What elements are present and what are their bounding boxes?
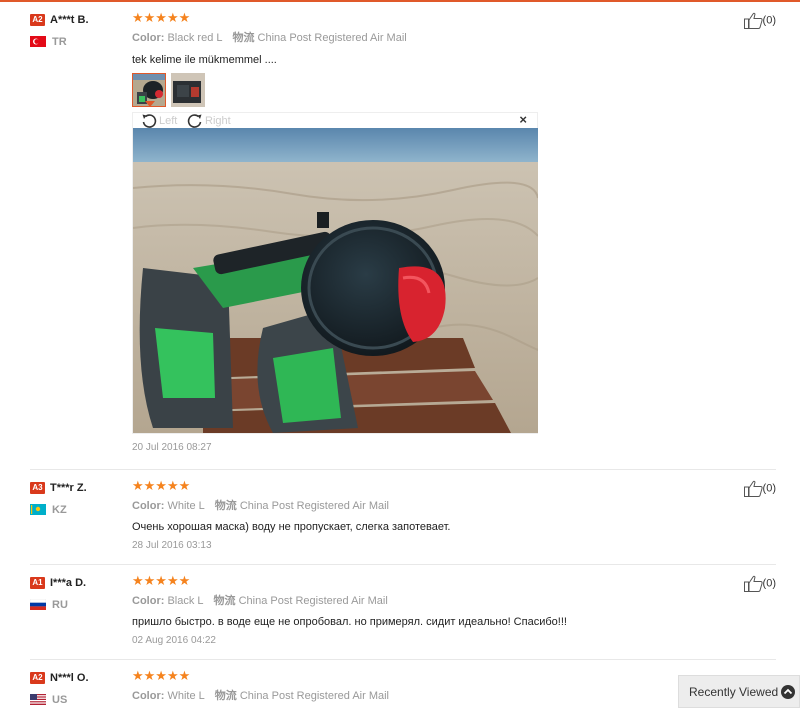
- review-text: tek kelime ile mükmemmel ....: [132, 54, 277, 66]
- review-photo-thumbnails: [132, 73, 776, 109]
- close-viewer-button[interactable]: ×: [519, 112, 527, 127]
- buyer-country: KZ: [52, 503, 67, 516]
- buyer-level-badge: A2: [30, 671, 45, 684]
- rotate-right-label: Right: [205, 114, 231, 127]
- feedback-list: A2 A***t B. TR ★★★★★ Color: Black red L 物流…: [0, 2, 800, 708]
- buyer-country: US: [52, 693, 68, 706]
- thumbnail-caret: [145, 101, 155, 107]
- buyer-info: A2 A***t B. TR: [30, 12, 130, 48]
- star-rating: ★★★★★: [132, 478, 191, 493]
- order-attributes: Color: White L 物流 China Post Registered A…: [132, 497, 776, 513]
- helpful-count: (0): [762, 482, 776, 495]
- shipping-label: 物流: [214, 690, 237, 702]
- buyer-country: RU: [52, 598, 68, 611]
- shipping-label: 物流: [214, 500, 237, 512]
- review-text: Очень хорошая маска) воду не пропускает,…: [132, 521, 451, 533]
- thumbs-up-icon: [743, 480, 763, 497]
- flag-us-icon: [30, 694, 46, 706]
- shipping-value: China Post Registered Air Mail: [239, 690, 389, 702]
- review-text: пришло быстро. в воде еще не опробовал. …: [132, 616, 567, 628]
- recently-viewed-button[interactable]: Recently Viewed: [678, 675, 800, 708]
- review-item: A2 N***l O. US ★★★★★ Color: White L 物流 Chi…: [30, 660, 776, 708]
- star-rating: ★★★★★: [132, 10, 191, 25]
- buyer-info: A1 I***a D. RU: [30, 575, 130, 611]
- color-value: Black L: [167, 595, 204, 607]
- rotate-right-icon: [187, 114, 202, 128]
- thumbs-up-icon: [743, 575, 763, 592]
- buyer-level-badge: A1: [30, 576, 45, 589]
- helpful-count: (0): [762, 577, 776, 590]
- review-photo: [133, 128, 538, 433]
- color-value: Black red L: [167, 32, 223, 44]
- shipping-label: 物流: [213, 595, 236, 607]
- flag-ru-icon: [30, 599, 46, 611]
- buyer-name: N***l O.: [50, 671, 89, 684]
- review-item: A1 I***a D. RU ★★★★★ Color: Black L 物流 Chi…: [30, 565, 776, 660]
- star-rating: ★★★★★: [132, 573, 191, 588]
- color-label: Color:: [132, 595, 165, 607]
- buyer-name: A***t B.: [50, 13, 89, 26]
- helpful-button[interactable]: (0): [743, 480, 776, 497]
- helpful-count: (0): [762, 14, 776, 27]
- order-attributes: Color: Black red L 物流 China Post Register…: [132, 29, 776, 45]
- chevron-up-icon: [781, 685, 795, 699]
- color-label: Color:: [132, 500, 165, 512]
- photo-viewer: Left Right ×: [132, 112, 538, 434]
- order-attributes: Color: Black L 物流 China Post Registered A…: [132, 592, 776, 608]
- rotate-left-label: Left: [159, 114, 178, 127]
- recently-viewed-label: Recently Viewed: [689, 685, 779, 699]
- flag-kz-icon: [30, 504, 46, 516]
- buyer-country: TR: [52, 35, 67, 48]
- flag-tr-icon: [30, 36, 46, 48]
- review-date: 28 Jul 2016 03:13: [132, 540, 212, 551]
- rotate-left-button[interactable]: Left: [141, 113, 177, 128]
- review-item: A3 T***r Z. KZ ★★★★★ Color: White L 物流 Chi…: [30, 470, 776, 565]
- review-item: A2 A***t B. TR ★★★★★ Color: Black red L 物流…: [30, 2, 776, 470]
- color-label: Color:: [132, 32, 165, 44]
- review-date: 02 Aug 2016 04:22: [132, 635, 216, 646]
- color-value: White L: [167, 690, 205, 702]
- buyer-name: T***r Z.: [50, 481, 87, 494]
- helpful-button[interactable]: (0): [743, 12, 776, 29]
- buyer-info: A3 T***r Z. KZ: [30, 480, 130, 516]
- helpful-button[interactable]: (0): [743, 575, 776, 592]
- review-date: 20 Jul 2016 08:27: [132, 442, 212, 453]
- color-label: Color:: [132, 690, 165, 702]
- buyer-level-badge: A3: [30, 481, 45, 494]
- color-value: White L: [167, 500, 205, 512]
- buyer-name: I***a D.: [50, 576, 87, 589]
- shipping-value: China Post Registered Air Mail: [239, 500, 389, 512]
- shipping-value: China Post Registered Air Mail: [257, 32, 407, 44]
- rotate-left-icon: [142, 114, 157, 128]
- thumbs-up-icon: [743, 12, 763, 29]
- shipping-label: 物流: [232, 32, 255, 44]
- rotate-right-button[interactable]: Right: [187, 113, 231, 128]
- buyer-info: A2 N***l O. US: [30, 670, 130, 706]
- shipping-value: China Post Registered Air Mail: [238, 595, 388, 607]
- buyer-level-badge: A2: [30, 13, 45, 26]
- photo-thumbnail[interactable]: [171, 73, 206, 107]
